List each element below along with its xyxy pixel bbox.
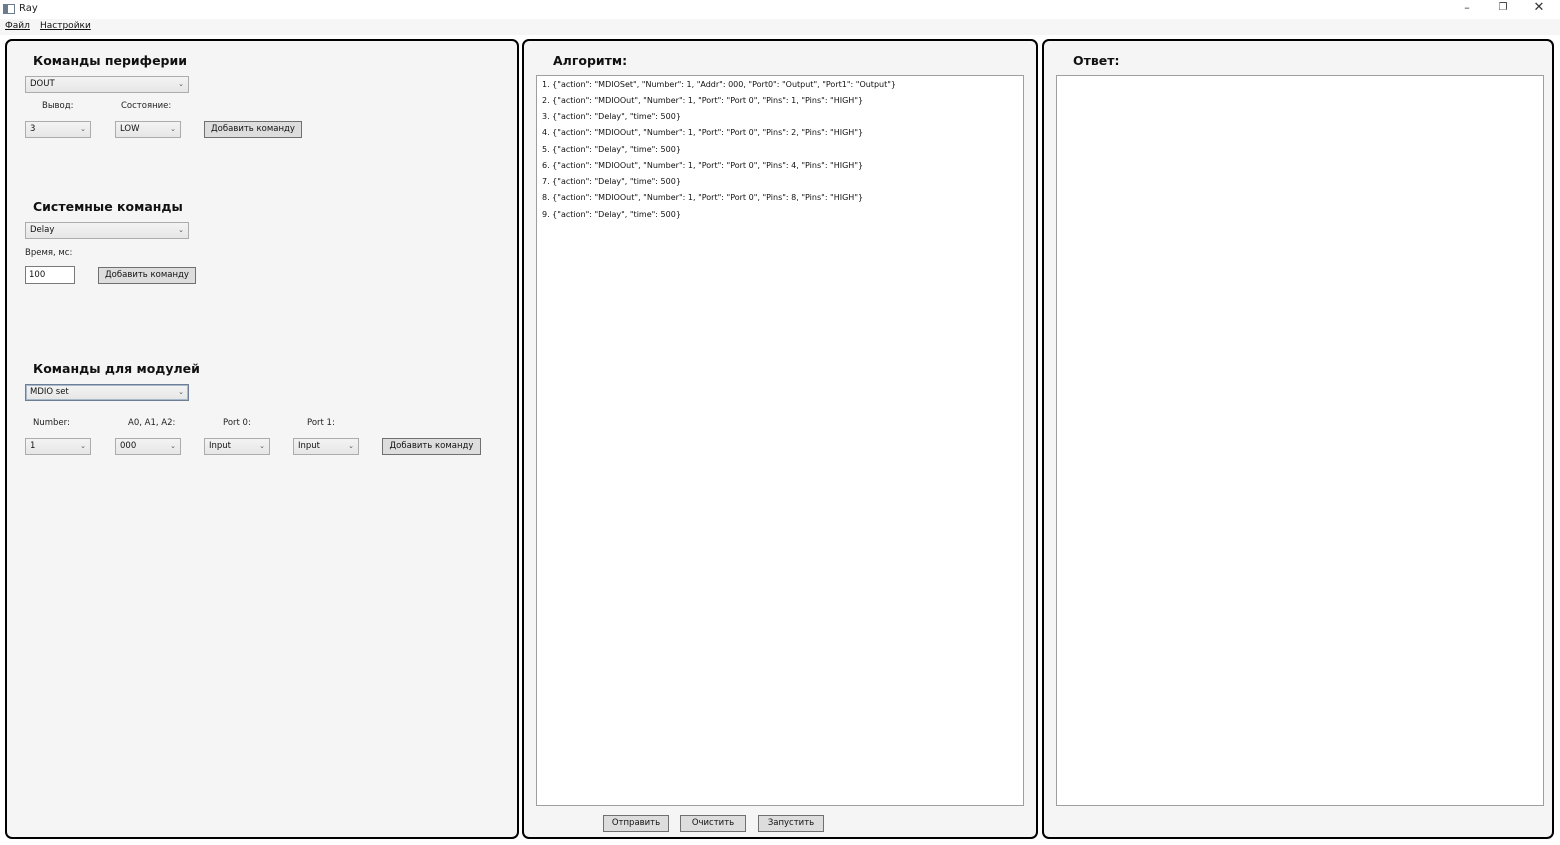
algorithm-list[interactable]: 1. {"action": "MDIOSet", "Number": 1, "A… bbox=[536, 75, 1024, 806]
module-add-button[interactable]: Добавить команду bbox=[382, 438, 481, 455]
chevron-down-icon: ⌄ bbox=[178, 80, 184, 88]
peripheral-add-button[interactable]: Добавить команду bbox=[204, 121, 302, 138]
system-add-button[interactable]: Добавить команду bbox=[98, 267, 196, 284]
list-item[interactable]: 9. {"action": "Delay", "time": 500} bbox=[542, 210, 681, 219]
pin-select[interactable]: 3 ⌄ bbox=[25, 121, 91, 138]
algorithm-panel: Алгоритм: 1. {"action": "MDIOSet", "Numb… bbox=[522, 39, 1038, 839]
chevron-down-icon: ⌄ bbox=[348, 442, 354, 450]
chevron-down-icon: ⌄ bbox=[80, 442, 86, 450]
response-output[interactable] bbox=[1056, 75, 1544, 806]
send-button[interactable]: Отправить bbox=[603, 815, 669, 832]
restore-button[interactable]: ❐ bbox=[1486, 0, 1520, 17]
time-input[interactable]: 100 bbox=[25, 266, 75, 284]
system-heading: Системные команды bbox=[33, 199, 183, 214]
algorithm-heading: Алгоритм: bbox=[553, 53, 628, 68]
chevron-down-icon: ⌄ bbox=[80, 125, 86, 133]
state-select[interactable]: LOW ⌄ bbox=[115, 121, 181, 138]
chevron-down-icon: ⌄ bbox=[170, 442, 176, 450]
run-button[interactable]: Запустить bbox=[758, 815, 824, 832]
chevron-down-icon: ⌄ bbox=[178, 388, 184, 396]
address-select[interactable]: 000 ⌄ bbox=[115, 438, 181, 455]
port0-label: Port 0: bbox=[223, 418, 251, 428]
number-value: 1 bbox=[30, 441, 36, 451]
module-command-select[interactable]: MDIO set ⌄ bbox=[25, 384, 189, 401]
number-label: Number: bbox=[33, 418, 70, 428]
peripheral-heading: Команды периферии bbox=[33, 53, 188, 68]
menu-settings[interactable]: Настройки bbox=[40, 21, 91, 31]
app-window-icon bbox=[3, 4, 15, 14]
number-select[interactable]: 1 ⌄ bbox=[25, 438, 91, 455]
state-label: Состояние: bbox=[121, 101, 172, 111]
pin-value: 3 bbox=[30, 124, 36, 134]
menu-bar: Файл Настройки bbox=[0, 19, 1560, 35]
pin-label: Вывод: bbox=[42, 101, 74, 111]
commands-panel: Команды периферии DOUT ⌄ Вывод: Состояни… bbox=[5, 39, 519, 839]
address-value: 000 bbox=[120, 441, 137, 451]
peripheral-command-value: DOUT bbox=[30, 79, 55, 89]
chevron-down-icon: ⌄ bbox=[170, 125, 176, 133]
list-item[interactable]: 2. {"action": "MDIOOut", "Number": 1, "P… bbox=[542, 96, 863, 105]
system-command-value: Delay bbox=[30, 225, 55, 235]
menu-settings-label: Настройки bbox=[40, 21, 91, 31]
system-command-select[interactable]: Delay ⌄ bbox=[25, 222, 189, 239]
port1-label: Port 1: bbox=[307, 418, 335, 428]
title-bar: Ray – ❐ ✕ bbox=[0, 0, 1560, 19]
list-item[interactable]: 3. {"action": "Delay", "time": 500} bbox=[542, 112, 681, 121]
peripheral-command-select[interactable]: DOUT ⌄ bbox=[25, 76, 189, 93]
list-item[interactable]: 8. {"action": "MDIOOut", "Number": 1, "P… bbox=[542, 193, 863, 202]
module-command-value: MDIO set bbox=[30, 387, 69, 397]
clear-button[interactable]: Очистить bbox=[680, 815, 746, 832]
state-value: LOW bbox=[120, 124, 140, 134]
chevron-down-icon: ⌄ bbox=[178, 226, 184, 234]
close-button[interactable]: ✕ bbox=[1522, 0, 1556, 17]
list-item[interactable]: 7. {"action": "Delay", "time": 500} bbox=[542, 177, 681, 186]
address-label: A0, A1, A2: bbox=[128, 418, 176, 428]
modules-heading: Команды для модулей bbox=[33, 361, 200, 376]
port0-select[interactable]: Input ⌄ bbox=[204, 438, 270, 455]
menu-file-label: Файл bbox=[5, 21, 30, 31]
minimize-button[interactable]: – bbox=[1450, 0, 1484, 17]
chevron-down-icon: ⌄ bbox=[259, 442, 265, 450]
list-item[interactable]: 6. {"action": "MDIOOut", "Number": 1, "P… bbox=[542, 161, 863, 170]
window-title: Ray bbox=[19, 3, 38, 14]
port1-value: Input bbox=[298, 441, 321, 451]
list-item[interactable]: 5. {"action": "Delay", "time": 500} bbox=[542, 145, 681, 154]
port0-value: Input bbox=[209, 441, 232, 451]
time-label: Время, мс: bbox=[25, 248, 73, 258]
menu-file[interactable]: Файл bbox=[5, 21, 30, 31]
port1-select[interactable]: Input ⌄ bbox=[293, 438, 359, 455]
response-heading: Ответ: bbox=[1073, 53, 1120, 68]
response-panel: Ответ: bbox=[1042, 39, 1554, 839]
list-item[interactable]: 1. {"action": "MDIOSet", "Number": 1, "A… bbox=[542, 80, 896, 89]
list-item[interactable]: 4. {"action": "MDIOOut", "Number": 1, "P… bbox=[542, 128, 863, 137]
